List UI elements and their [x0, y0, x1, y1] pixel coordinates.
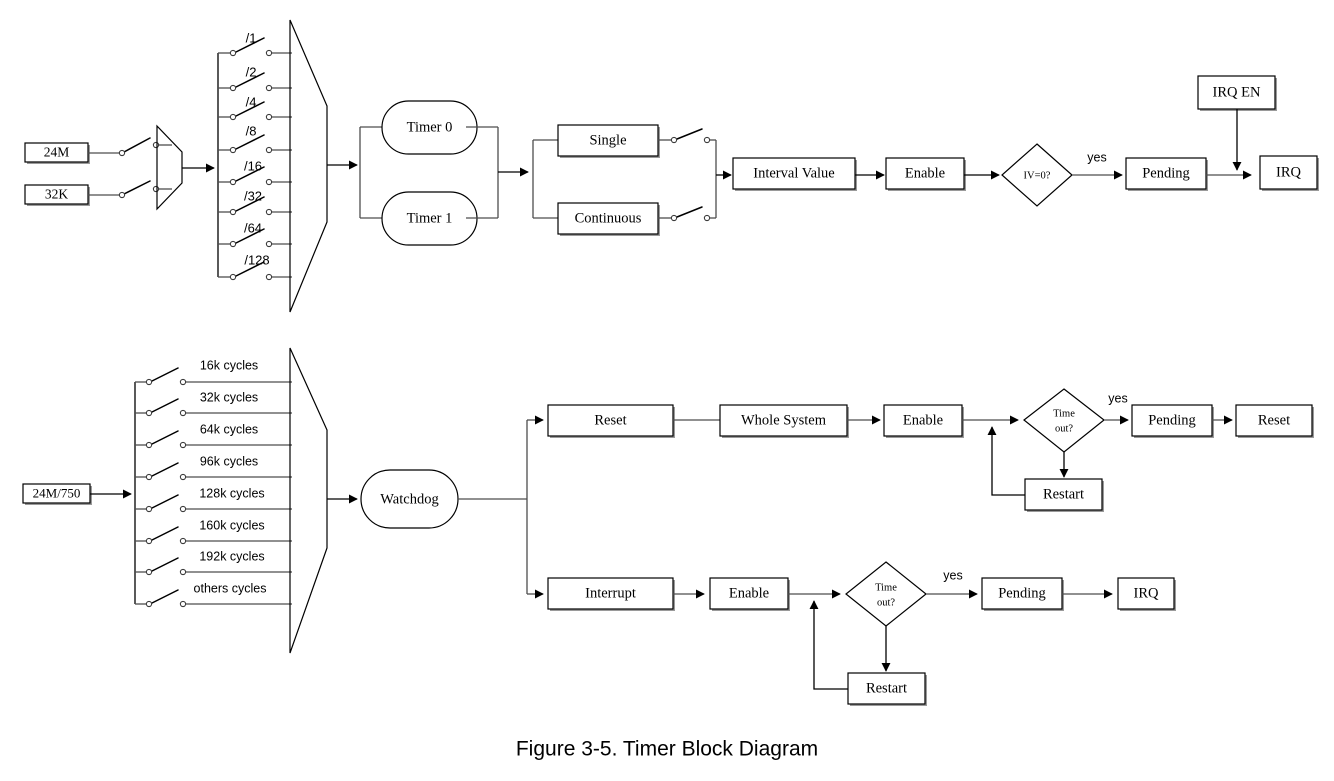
watchdog-clock-source-label: 24M/750	[33, 485, 81, 500]
watchdog-clock-source: 24M/750	[22, 483, 92, 505]
divider-label-2: /2	[246, 64, 257, 79]
mode-continuous: Continuous	[557, 202, 660, 236]
timer-enable-label: Enable	[905, 165, 945, 181]
divider-label-5: /16	[244, 158, 262, 173]
watchdog-block: Watchdog	[360, 469, 459, 529]
timer-irq-label: IRQ	[1276, 164, 1302, 180]
iv-zero-decision-label: IV=0?	[1024, 170, 1051, 181]
timer-pending-label: Pending	[1142, 165, 1190, 181]
watchdog-irq-label: IRQ	[1134, 585, 1160, 601]
interrupt-restart-block: Restart	[847, 672, 927, 706]
reset-timeout-label-line2: out?	[1055, 423, 1073, 434]
reset-timeout-label-line1: Time	[1053, 408, 1075, 419]
cycles-label-8: others cycles	[194, 581, 267, 595]
decision-yes-label: yes	[1087, 150, 1106, 164]
cycles-label-7: 192k cycles	[199, 549, 264, 563]
figure-caption: Figure 3-5. Timer Block Diagram	[516, 738, 818, 761]
timer-enable-block: Enable	[885, 157, 966, 191]
timer-1: Timer 1	[381, 191, 478, 246]
reset-restart-label: Restart	[1043, 486, 1084, 502]
timer-0: Timer 0	[381, 100, 478, 155]
interrupt-pending-label: Pending	[998, 585, 1046, 601]
reset-enable-block: Enable	[883, 404, 964, 438]
divider-label-3: /4	[246, 94, 257, 109]
watchdog-interrupt-block: Interrupt	[547, 577, 675, 611]
watchdog-reset-output-label: Reset	[1258, 412, 1290, 428]
clock-source-32k: 32K	[24, 184, 90, 206]
cycles-label-1: 16k cycles	[200, 358, 258, 372]
whole-system-label: Whole System	[741, 412, 827, 428]
cycles-label-4: 96k cycles	[200, 454, 258, 468]
cycles-label-2: 32k cycles	[200, 390, 258, 404]
timer-1-label: Timer 1	[407, 210, 453, 226]
reset-decision-yes-label: yes	[1108, 391, 1127, 405]
interrupt-pending-block: Pending	[981, 577, 1064, 611]
cycles-label-5: 128k cycles	[199, 486, 264, 500]
interrupt-timeout-label-line2: out?	[877, 597, 895, 608]
divider-label-4: /8	[246, 123, 257, 138]
interval-value-label: Interval Value	[753, 165, 834, 181]
interrupt-decision-yes-label: yes	[943, 568, 962, 582]
interval-value-block: Interval Value	[732, 157, 857, 191]
timer-block-diagram: 24M 32K /1 /2 /4 /8 /16 /32 /64 /128 Tim…	[0, 0, 1334, 781]
cycles-label-3: 64k cycles	[200, 422, 258, 436]
reset-restart-block: Restart	[1024, 478, 1104, 512]
interrupt-restart-label: Restart	[866, 680, 907, 696]
irq-enable-block: IRQ EN	[1197, 75, 1277, 111]
divider-label-7: /64	[244, 220, 262, 235]
whole-system-block: Whole System	[719, 404, 849, 438]
mode-single-label: Single	[589, 132, 626, 148]
watchdog-interrupt-label: Interrupt	[585, 585, 636, 601]
watchdog-reset-block: Reset	[547, 404, 675, 438]
watchdog-reset-output-block: Reset	[1235, 404, 1314, 438]
interrupt-enable-block: Enable	[709, 577, 790, 611]
divider-label-8: /128	[244, 252, 269, 267]
watchdog-label: Watchdog	[380, 491, 438, 507]
reset-pending-block: Pending	[1131, 404, 1214, 438]
clock-source-24m: 24M	[24, 142, 90, 164]
reset-enable-label: Enable	[903, 412, 943, 428]
timer-0-label: Timer 0	[407, 119, 453, 135]
divider-label-6: /32	[244, 188, 262, 203]
cycles-label-6: 160k cycles	[199, 518, 264, 532]
interrupt-enable-label: Enable	[729, 585, 769, 601]
watchdog-irq-block: IRQ	[1117, 577, 1176, 611]
mode-single: Single	[557, 124, 660, 158]
clock-source-32k-label: 32K	[45, 187, 69, 202]
reset-pending-label: Pending	[1148, 412, 1196, 428]
irq-enable-label: IRQ EN	[1213, 84, 1261, 100]
timer-pending-block: Pending	[1125, 157, 1208, 191]
clock-source-24m-label: 24M	[44, 145, 70, 160]
timer-irq-block: IRQ	[1259, 155, 1319, 191]
divider-label-1: /1	[246, 30, 257, 45]
interrupt-timeout-label-line1: Time	[875, 582, 897, 593]
watchdog-reset-label: Reset	[594, 412, 626, 428]
mode-continuous-label: Continuous	[575, 210, 642, 226]
